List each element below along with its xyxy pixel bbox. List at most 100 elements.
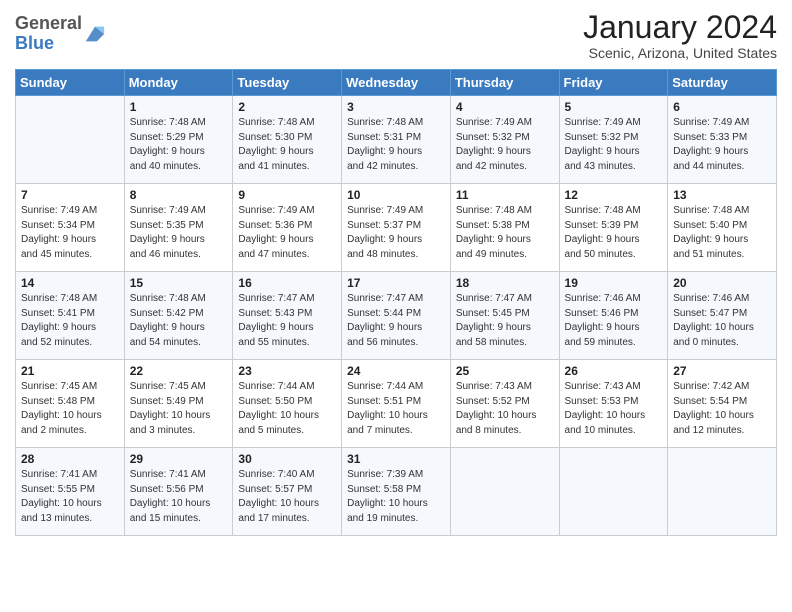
day-number: 29: [130, 452, 228, 466]
header-friday: Friday: [559, 70, 668, 96]
weekday-header-row: Sunday Monday Tuesday Wednesday Thursday…: [16, 70, 777, 96]
day-number: 24: [347, 364, 445, 378]
table-row: 2Sunrise: 7:48 AMSunset: 5:30 PMDaylight…: [233, 96, 342, 184]
day-number: 8: [130, 188, 228, 202]
day-info: Sunrise: 7:47 AMSunset: 5:45 PMDaylight:…: [456, 292, 554, 350]
table-row: 8 Sunrise: 7:49 AMSunset: 5:35 PMDaylight…: [124, 184, 233, 272]
day-info: Sunrise: 7:48 AMSunset: 5:39 PMDaylight:…: [565, 204, 663, 262]
day-number: 20: [673, 276, 771, 290]
day-info: Sunrise: 7:48 AMSunset: 5:41 PMDaylight:…: [21, 292, 119, 350]
day-number: 11: [456, 188, 554, 202]
table-row: [16, 96, 125, 184]
table-row: 3 Sunrise: 7:48 AMSunset: 5:31 PMDaylight…: [342, 96, 451, 184]
title-block: January 2024 Scenic, Arizona, United Sta…: [583, 10, 777, 61]
day-number: 25: [456, 364, 554, 378]
day-info: Sunrise: 7:41 AMSunset: 5:55 PMDaylight:…: [21, 468, 119, 526]
week-row-4: 21 Sunrise: 7:45 AMSunset: 5:48 PMDayligh…: [16, 360, 777, 448]
day-info: Sunrise: 7:48 AMSunset: 5:30 PMDaylight:…: [238, 116, 336, 174]
day-number: 31: [347, 452, 445, 466]
day-info: Sunrise: 7:43 AMSunset: 5:52 PMDaylight:…: [456, 380, 554, 438]
header-tuesday: Tuesday: [233, 70, 342, 96]
day-info: Sunrise: 7:45 AMSunset: 5:49 PMDaylight:…: [130, 380, 228, 438]
day-info: Sunrise: 7:49 AMSunset: 5:34 PMDaylight:…: [21, 204, 119, 262]
day-info: Sunrise: 7:39 AMSunset: 5:58 PMDaylight:…: [347, 468, 445, 526]
day-number: 27: [673, 364, 771, 378]
table-row: 5 Sunrise: 7:49 AMSunset: 5:32 PMDaylight…: [559, 96, 668, 184]
logo-text: General Blue: [15, 14, 82, 54]
table-row: 24 Sunrise: 7:44 AMSunset: 5:51 PMDayligh…: [342, 360, 451, 448]
day-info: Sunrise: 7:49 AMSunset: 5:37 PMDaylight:…: [347, 204, 445, 262]
day-info: Sunrise: 7:46 AMSunset: 5:47 PMDaylight:…: [673, 292, 771, 350]
table-row: 17 Sunrise: 7:47 AMSunset: 5:44 PMDayligh…: [342, 272, 451, 360]
day-number: 9: [238, 188, 336, 202]
header-saturday: Saturday: [668, 70, 777, 96]
day-info: Sunrise: 7:49 AMSunset: 5:36 PMDaylight:…: [238, 204, 336, 262]
day-info: Sunrise: 7:48 AMSunset: 5:29 PMDaylight:…: [130, 116, 228, 174]
day-number: 18: [456, 276, 554, 290]
day-info: Sunrise: 7:44 AMSunset: 5:51 PMDaylight:…: [347, 380, 445, 438]
table-row: 1 Sunrise: 7:48 AMSunset: 5:29 PMDaylight…: [124, 96, 233, 184]
day-info: Sunrise: 7:48 AMSunset: 5:38 PMDaylight:…: [456, 204, 554, 262]
day-number: 17: [347, 276, 445, 290]
day-info: Sunrise: 7:47 AMSunset: 5:44 PMDaylight:…: [347, 292, 445, 350]
day-info: Sunrise: 7:48 AMSunset: 5:31 PMDaylight:…: [347, 116, 445, 174]
table-row: 23Sunrise: 7:44 AMSunset: 5:50 PMDayligh…: [233, 360, 342, 448]
day-info: Sunrise: 7:49 AMSunset: 5:33 PMDaylight:…: [673, 116, 771, 174]
day-number: 7: [21, 188, 119, 202]
week-row-3: 14 Sunrise: 7:48 AMSunset: 5:41 PMDayligh…: [16, 272, 777, 360]
day-number: 22: [130, 364, 228, 378]
day-info: Sunrise: 7:49 AMSunset: 5:35 PMDaylight:…: [130, 204, 228, 262]
table-row: 27Sunrise: 7:42 AMSunset: 5:54 PMDayligh…: [668, 360, 777, 448]
table-row: 22 Sunrise: 7:45 AMSunset: 5:49 PMDayligh…: [124, 360, 233, 448]
table-row: [559, 448, 668, 536]
day-number: 10: [347, 188, 445, 202]
week-row-2: 7 Sunrise: 7:49 AMSunset: 5:34 PMDaylight…: [16, 184, 777, 272]
month-title: January 2024: [583, 10, 777, 45]
calendar: Sunday Monday Tuesday Wednesday Thursday…: [15, 69, 777, 536]
table-row: 25 Sunrise: 7:43 AMSunset: 5:52 PMDayligh…: [450, 360, 559, 448]
table-row: 9 Sunrise: 7:49 AMSunset: 5:36 PMDaylight…: [233, 184, 342, 272]
day-info: Sunrise: 7:41 AMSunset: 5:56 PMDaylight:…: [130, 468, 228, 526]
table-row: 19Sunrise: 7:46 AMSunset: 5:46 PMDayligh…: [559, 272, 668, 360]
table-row: 21 Sunrise: 7:45 AMSunset: 5:48 PMDayligh…: [16, 360, 125, 448]
day-number: 1: [130, 100, 228, 114]
page: General Blue January 2024 Scenic, Arizon…: [0, 0, 792, 612]
day-info: Sunrise: 7:45 AMSunset: 5:48 PMDaylight:…: [21, 380, 119, 438]
day-info: Sunrise: 7:49 AMSunset: 5:32 PMDaylight:…: [456, 116, 554, 174]
day-info: Sunrise: 7:43 AMSunset: 5:53 PMDaylight:…: [565, 380, 663, 438]
day-info: Sunrise: 7:40 AMSunset: 5:57 PMDaylight:…: [238, 468, 336, 526]
table-row: 10 Sunrise: 7:49 AMSunset: 5:37 PMDayligh…: [342, 184, 451, 272]
day-number: 6: [673, 100, 771, 114]
day-number: 3: [347, 100, 445, 114]
day-number: 21: [21, 364, 119, 378]
header-thursday: Thursday: [450, 70, 559, 96]
day-number: 28: [21, 452, 119, 466]
day-info: Sunrise: 7:46 AMSunset: 5:46 PMDaylight:…: [565, 292, 663, 350]
table-row: 18 Sunrise: 7:47 AMSunset: 5:45 PMDayligh…: [450, 272, 559, 360]
header-wednesday: Wednesday: [342, 70, 451, 96]
day-info: Sunrise: 7:44 AMSunset: 5:50 PMDaylight:…: [238, 380, 336, 438]
table-row: 14 Sunrise: 7:48 AMSunset: 5:41 PMDayligh…: [16, 272, 125, 360]
day-info: Sunrise: 7:47 AMSunset: 5:43 PMDaylight:…: [238, 292, 336, 350]
header: General Blue January 2024 Scenic, Arizon…: [15, 10, 777, 61]
table-row: 28 Sunrise: 7:41 AMSunset: 5:55 PMDayligh…: [16, 448, 125, 536]
logo-icon: [84, 23, 106, 45]
day-info: Sunrise: 7:48 AMSunset: 5:40 PMDaylight:…: [673, 204, 771, 262]
table-row: 31 Sunrise: 7:39 AMSunset: 5:58 PMDayligh…: [342, 448, 451, 536]
location: Scenic, Arizona, United States: [583, 45, 777, 61]
day-info: Sunrise: 7:48 AMSunset: 5:42 PMDaylight:…: [130, 292, 228, 350]
table-row: 4Sunrise: 7:49 AMSunset: 5:32 PMDaylight…: [450, 96, 559, 184]
table-row: 15 Sunrise: 7:48 AMSunset: 5:42 PMDayligh…: [124, 272, 233, 360]
logo-blue: Blue: [15, 33, 54, 53]
day-number: 14: [21, 276, 119, 290]
day-number: 15: [130, 276, 228, 290]
day-info: Sunrise: 7:49 AMSunset: 5:32 PMDaylight:…: [565, 116, 663, 174]
day-number: 30: [238, 452, 336, 466]
day-number: 26: [565, 364, 663, 378]
table-row: 6 Sunrise: 7:49 AMSunset: 5:33 PMDaylight…: [668, 96, 777, 184]
day-number: 13: [673, 188, 771, 202]
table-row: 30 Sunrise: 7:40 AMSunset: 5:57 PMDayligh…: [233, 448, 342, 536]
table-row: 29 Sunrise: 7:41 AMSunset: 5:56 PMDayligh…: [124, 448, 233, 536]
header-sunday: Sunday: [16, 70, 125, 96]
day-number: 5: [565, 100, 663, 114]
